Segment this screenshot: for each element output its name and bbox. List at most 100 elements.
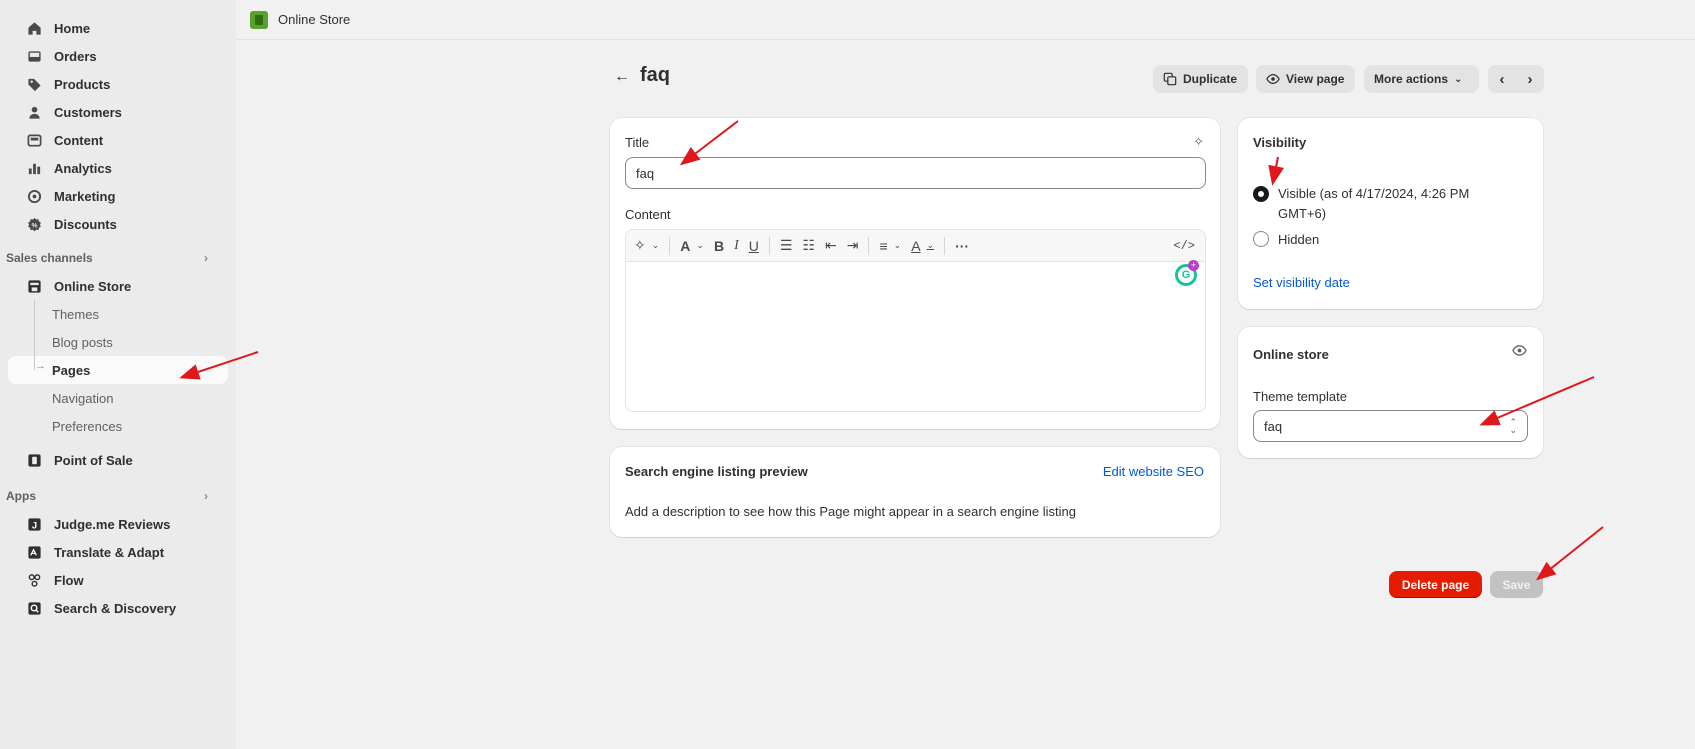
sidebar-item-products[interactable]: Products — [8, 70, 228, 98]
sales-channels-heading[interactable]: Sales channels › — [0, 244, 236, 272]
sidebar-item-flow[interactable]: Flow — [8, 566, 228, 594]
online-store-logo-icon — [250, 10, 268, 29]
title-content-card: Title ✧ faq Content ✧ ⌄ A ⌄ B I U ☰ ☷ ⇤ … — [610, 118, 1220, 429]
next-page-icon[interactable]: › — [1528, 71, 1533, 88]
save-button[interactable]: Save — [1490, 571, 1543, 598]
duplicate-label: Duplicate — [1183, 72, 1238, 86]
sidebar-item-label: Home — [54, 20, 91, 36]
translate-icon — [26, 544, 42, 560]
code-view-icon[interactable]: </> — [1173, 239, 1195, 253]
eye-icon[interactable] — [1512, 343, 1527, 361]
sidebar-item-pages[interactable]: → Pages — [8, 356, 228, 384]
sidebar-item-blog-posts[interactable]: Blog posts — [8, 328, 228, 356]
align-left-icon[interactable]: ≡ ⌄ — [879, 238, 901, 254]
hidden-label: Hidden — [1278, 231, 1320, 247]
discount-icon: % — [26, 216, 42, 232]
sidebar-item-customers[interactable]: Customers — [8, 98, 228, 126]
sidebar-item-analytics[interactable]: Analytics — [8, 154, 228, 182]
delete-page-button[interactable]: Delete page — [1389, 571, 1482, 598]
apps-heading[interactable]: Apps › — [0, 482, 236, 510]
sidebar-item-label: Themes — [52, 306, 99, 322]
visible-radio[interactable] — [1253, 186, 1269, 202]
numbered-list-icon[interactable]: ☷ — [802, 237, 815, 254]
topbar: Online Store — [236, 0, 1695, 40]
sidebar-item-translate[interactable]: Translate & Adapt — [8, 538, 228, 566]
sidebar-item-judgeme[interactable]: J Judge.me Reviews — [8, 510, 228, 538]
seo-card: Search engine listing preview Edit websi… — [610, 447, 1220, 537]
sidebar-item-label: Blog posts — [52, 334, 113, 350]
sidebar-item-discounts[interactable]: % Discounts — [8, 210, 228, 238]
sidebar-item-label: Products — [54, 76, 111, 92]
inbox-icon — [26, 48, 42, 64]
previous-page-icon[interactable]: ‹ — [1500, 71, 1505, 88]
flow-icon — [26, 572, 42, 588]
text-color-icon[interactable]: A ⌄ — [911, 238, 934, 254]
more-actions-label: More actions — [1374, 72, 1449, 86]
tree-line — [34, 328, 35, 356]
home-icon — [26, 20, 42, 36]
sidebar-item-label: Point of Sale — [54, 452, 133, 468]
sidebar: Home Orders Products Customers Content A… — [0, 0, 236, 749]
underline-icon[interactable]: U — [749, 238, 759, 254]
title-label: Title — [625, 135, 650, 150]
sidebar-item-label: Translate & Adapt — [54, 544, 165, 560]
sidebar-item-label: Flow — [54, 572, 84, 588]
italic-icon[interactable]: I — [734, 238, 739, 254]
sidebar-item-marketing[interactable]: Marketing — [8, 182, 228, 210]
topbar-title: Online Store — [278, 12, 351, 27]
sidebar-item-label: Pages — [52, 362, 91, 378]
indent-icon[interactable]: ⇥ — [847, 237, 859, 254]
sidebar-item-preferences[interactable]: Preferences — [8, 412, 228, 440]
ai-sparkle-icon[interactable]: ✧ ⌄ — [634, 237, 659, 254]
set-visibility-date-link[interactable]: Set visibility date — [1253, 275, 1350, 290]
svg-text:%: % — [31, 222, 37, 229]
outdent-icon[interactable]: ⇤ — [825, 237, 837, 254]
visible-option[interactable]: Visible (as of 4/17/2024, 4:26 PM GMT+6) — [1253, 184, 1498, 224]
back-arrow-icon[interactable]: ← — [614, 68, 630, 86]
sidebar-item-label: Analytics — [54, 160, 112, 176]
editor-toolbar: ✧ ⌄ A ⌄ B I U ☰ ☷ ⇤ ⇥ ≡ ⌄ A ⌄ ··· </> — [626, 230, 1205, 262]
edit-website-seo-link[interactable]: Edit website SEO — [1103, 464, 1204, 479]
chevron-right-icon: › — [204, 489, 208, 503]
duplicate-button[interactable]: Duplicate — [1153, 65, 1248, 93]
sidebar-item-orders[interactable]: Orders — [8, 42, 228, 70]
sidebar-item-label: Online Store — [54, 278, 132, 294]
toolbar-divider — [669, 236, 671, 255]
seo-heading: Search engine listing preview — [625, 464, 808, 479]
sidebar-item-navigation[interactable]: Navigation — [8, 384, 228, 412]
bold-icon[interactable]: B — [714, 238, 724, 254]
sidebar-item-label: Customers — [54, 104, 122, 120]
theme-template-value: faq — [1264, 418, 1283, 434]
apps-label: Apps — [6, 489, 36, 503]
seo-description: Add a description to see how this Page m… — [625, 504, 1076, 519]
search-discovery-icon — [26, 600, 42, 616]
online-store-card: Online store Theme template faq ⌃ ⌄ — [1238, 327, 1543, 458]
sidebar-item-content[interactable]: Content — [8, 126, 228, 154]
sidebar-item-home[interactable]: Home — [8, 14, 228, 42]
title-input[interactable]: faq — [625, 157, 1206, 189]
hidden-radio[interactable] — [1253, 231, 1269, 247]
theme-template-select[interactable]: faq ⌃ ⌄ — [1253, 410, 1528, 442]
judgeme-icon: J — [26, 516, 42, 532]
sidebar-item-point-of-sale[interactable]: Point of Sale — [8, 446, 228, 474]
grammarly-add-icon: + — [1188, 260, 1199, 271]
sidebar-item-search-discovery[interactable]: Search & Discovery — [8, 594, 228, 622]
view-page-button[interactable]: View page — [1256, 65, 1355, 93]
tree-branch-icon: → — [35, 360, 46, 372]
pos-icon — [26, 452, 42, 468]
theme-template-label: Theme template — [1253, 389, 1347, 404]
title-input-value: faq — [636, 165, 655, 181]
sidebar-item-label: Orders — [54, 48, 97, 64]
text-style-icon[interactable]: A ⌄ — [680, 238, 704, 254]
annotation-arrow-save — [1535, 526, 1604, 581]
bullet-list-icon[interactable]: ☰ — [780, 237, 793, 254]
more-actions-button[interactable]: More actions ⌄ — [1364, 65, 1479, 93]
sidebar-item-online-store[interactable]: Online Store — [8, 272, 228, 300]
visibility-heading: Visibility — [1253, 135, 1307, 150]
sidebar-item-label: Search & Discovery — [54, 600, 177, 616]
sidebar-item-themes[interactable]: Themes — [8, 300, 228, 328]
sparkle-icon[interactable]: ✧ — [1193, 134, 1204, 150]
view-page-label: View page — [1286, 72, 1345, 86]
more-options-icon[interactable]: ··· — [955, 238, 969, 254]
hidden-option[interactable]: Hidden — [1253, 231, 1319, 247]
